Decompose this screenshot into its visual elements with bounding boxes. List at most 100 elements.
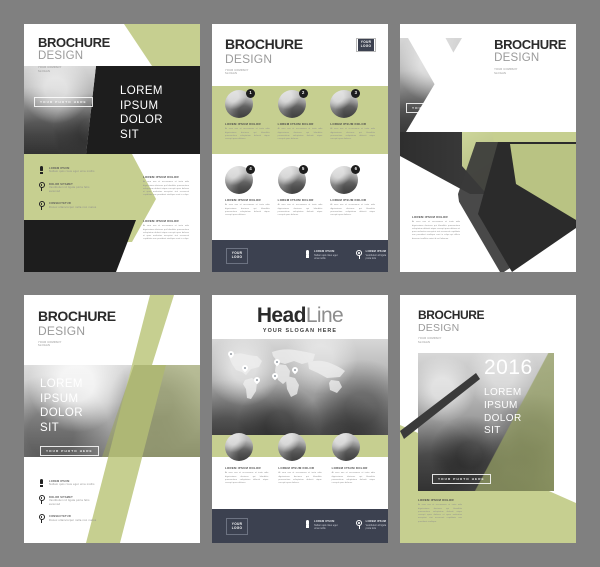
- bulb-icon: [304, 519, 311, 529]
- block-head: LOREM IPSUM DOLOR: [418, 498, 454, 502]
- brochure-diagonal-green-band[interactable]: BROCHURE DESIGN YOUR COMPANY SLOGAN LORE…: [24, 295, 200, 543]
- footer-contact[interactable]: LOREM IPSUM Vestibulum id ligula porta fe…: [356, 249, 388, 261]
- card1-hero-line-4: SIT: [120, 129, 140, 142]
- block-body: At vero eos et accusamus et iusto odio d…: [412, 221, 461, 240]
- card2-row-2: 4 LOREM IPSUM DOLOR At vero eos et accus…: [225, 165, 376, 217]
- feature-item[interactable]: 2 LOREM IPSUM DOLOR At vero eos et accus…: [277, 89, 323, 141]
- card2-row-1: 1 LOREM IPSUM DOLOR At vero eos et accus…: [225, 89, 376, 141]
- contact-value: Donec ullamcorper nulla non metus: [49, 205, 97, 209]
- brochure-arrow-layers[interactable]: BROCHURE DESIGN YOUR COMPANY SLOGAN YOUR…: [400, 24, 576, 272]
- card6-photo-tag-wrap[interactable]: YOUR PHOTO HERE: [432, 467, 491, 485]
- feature-body: At vero eos et accusamus et iusto odio d…: [278, 472, 322, 485]
- feature-item[interactable]: 4 LOREM IPSUM DOLOR At vero eos et accus…: [225, 165, 270, 217]
- pin-icon: [38, 514, 45, 524]
- feature-item[interactable]: 5 LOREM IPSUM DOLOR At vero eos et accus…: [277, 165, 323, 217]
- map-pin-icon[interactable]: [242, 365, 248, 373]
- card3-header: BROCHURE DESIGN YOUR COMPANY SLOGAN: [494, 38, 566, 76]
- feature-head: LOREM IPSUM DOLOR: [330, 122, 367, 126]
- block-head: LOREM IPSUM DOLOR: [143, 219, 179, 223]
- bulb-icon: [38, 166, 45, 175]
- card5-headline-bold: Head: [256, 304, 307, 327]
- contact-value: Nullam quis risus eget urna mollis: [49, 170, 95, 174]
- contact-item[interactable]: DOLOR SITAMET Vestibulum id ligula porta…: [38, 182, 100, 194]
- card1-text-block-1: LOREM IPSUM DOLOR At vero eos et accusam…: [143, 175, 190, 198]
- world-map-icon: [229, 349, 345, 399]
- card1-title: BROCHURE: [38, 35, 110, 50]
- map-pin-icon[interactable]: [254, 377, 260, 385]
- block-body: At vero eos et accusamus et iusto odio d…: [143, 181, 190, 197]
- map-pin-icon[interactable]: [272, 373, 278, 381]
- contact-item[interactable]: CONSECTETUR Donec ullamcorper nulla non …: [38, 514, 100, 524]
- feature-body: At vero eos et accusamus et iusto odio d…: [277, 204, 323, 217]
- feature-item[interactable]: 1 LOREM IPSUM DOLOR At vero eos et accus…: [225, 89, 270, 141]
- feature-item[interactable]: 3 LOREM IPSUM DOLOR At vero eos et accus…: [330, 89, 376, 141]
- card4-hero-line-2: IPSUM: [40, 392, 79, 405]
- card5-headline-light: Line: [305, 304, 344, 327]
- footer-contact-value: Vestibulum id ligula porta felis: [365, 523, 387, 531]
- contact-value: Nullam quis risus eget urna mollis: [49, 483, 95, 487]
- contact-value: Vestibulum id ligula porta felis euismod: [49, 186, 90, 194]
- contact-item[interactable]: DOLOR SITAMET Vestibulum id ligula porta…: [38, 495, 100, 507]
- card4-header: BROCHURE DESIGN YOUR COMPANY SLOGAN: [38, 309, 116, 348]
- feature-body: At vero eos et accusamus et iusto odio d…: [225, 472, 269, 485]
- card4-subtitle: DESIGN: [38, 323, 86, 338]
- feature-body: At vero eos et accusamus et iusto odio d…: [225, 204, 270, 217]
- number-badge: 1: [246, 89, 255, 98]
- card6-subtitle: DESIGN: [418, 321, 460, 334]
- block-head: LOREM IPSUM DOLOR: [412, 215, 448, 219]
- footer-contact[interactable]: LOREM IPSUM Nullam quis risus eget urna m…: [304, 249, 340, 261]
- card3-title: BROCHURE: [494, 37, 566, 52]
- footer-contact[interactable]: LOREM IPSUM Vestibulum id ligula porta fe…: [356, 519, 388, 531]
- card2-logo-box[interactable]: YOUR LOGO: [356, 38, 376, 52]
- card6-text-block: LOREM IPSUM DOLOR At vero eos et accusam…: [418, 498, 462, 524]
- card1-photo-tag: YOUR PHOTO HERE: [34, 96, 93, 108]
- logo-text: YOUR LOGO: [357, 39, 375, 51]
- card2-slogan: SLOGAN: [225, 72, 238, 76]
- card1-photo-tag-wrap[interactable]: YOUR PHOTO HERE: [34, 90, 93, 108]
- footer-contact[interactable]: LOREM IPSUM Nullam quis risus eget urna m…: [304, 519, 340, 531]
- card4-photo-tag: YOUR PHOTO HERE: [40, 445, 99, 457]
- card6-title: BROCHURE: [418, 308, 485, 322]
- card1-text-block-2: LOREM IPSUM DOLOR At vero eos et accusam…: [143, 219, 189, 242]
- card1-subtitle: DESIGN: [38, 49, 84, 62]
- card6-photo-tag: YOUR PHOTO HERE: [432, 473, 491, 485]
- feature-photo: [278, 433, 307, 461]
- card1-slogan: SLOGAN: [38, 69, 51, 73]
- card1-hero-line-3: DOLOR: [120, 114, 163, 127]
- footer-contact-value: Nullam quis risus eget urna mollis: [314, 253, 338, 261]
- feature-body: At vero eos et accusamus et iusto odio d…: [330, 128, 376, 141]
- map-pin-icon[interactable]: [228, 351, 234, 359]
- brochure-year-2016[interactable]: BROCHURE DESIGN YOUR COMPANY SLOGAN 2016…: [400, 295, 576, 543]
- card5-footer-logo[interactable]: YOUR LOGO: [226, 518, 248, 535]
- card4-hero-line-4: SIT: [40, 422, 60, 435]
- pin-icon: [38, 495, 45, 504]
- feature-photo: [225, 433, 253, 461]
- card4-contact-list: LOREM IPSUM Nullam quis risus eget urna …: [38, 479, 100, 530]
- feature-item[interactable]: 6 LOREM IPSUM DOLOR At vero eos et accus…: [330, 165, 376, 217]
- number-badge: 2: [298, 89, 308, 98]
- card6-slogan: SLOGAN: [418, 340, 431, 344]
- card2-footer-logo[interactable]: YOUR LOGO: [226, 248, 248, 264]
- pin-icon: [356, 249, 363, 259]
- feature-item[interactable]: LOREM IPSUM DOLOR At vero eos et accusam…: [225, 433, 268, 485]
- card4-photo-tag-wrap[interactable]: YOUR PHOTO HERE: [40, 439, 99, 457]
- brochure-headline-worldmap[interactable]: HeadLine YOUR SLOGAN HERE LOREM IPSUM DO…: [212, 295, 388, 543]
- feature-body: At vero eos et accusamus et iusto odio d…: [330, 204, 376, 217]
- map-pin-icon[interactable]: [292, 367, 298, 375]
- contact-item[interactable]: LOREM IPSUM Nullam quis risus eget urna …: [38, 166, 100, 175]
- contact-item[interactable]: CONSECTETUR Donec ullamcorper nulla non …: [38, 201, 100, 211]
- card3-photo-tag-wrap[interactable]: YOUR PHOTO HERE: [406, 96, 465, 114]
- card2-header: BROCHURE DESIGN YOUR COMPANY SLOGAN: [225, 37, 303, 76]
- card3-subtitle: DESIGN: [494, 51, 540, 64]
- map-pin-icon[interactable]: [274, 359, 280, 367]
- feature-item[interactable]: LOREM IPSUM DOLOR At vero eos et accusam…: [331, 433, 375, 485]
- feature-item[interactable]: LOREM IPSUM DOLOR At vero eos et accusam…: [278, 433, 322, 485]
- card5-footer-contacts: LOREM IPSUM Nullam quis risus eget urna m…: [304, 519, 388, 531]
- pin-icon: [38, 201, 45, 211]
- contact-item[interactable]: LOREM IPSUM Nullam quis risus eget urna …: [38, 479, 100, 488]
- card6-hero-line-2: IPSUM: [484, 399, 518, 411]
- card6-header: BROCHURE DESIGN YOUR COMPANY SLOGAN: [418, 308, 485, 345]
- feature-head: LOREM IPSUM DOLOR: [277, 122, 314, 126]
- brochure-six-circles-grid[interactable]: BROCHURE DESIGN YOUR COMPANY SLOGAN YOUR…: [212, 24, 388, 272]
- brochure-cover-green-chevron[interactable]: BROCHURE DESIGN YOUR COMPANY SLOGAN YOUR…: [24, 24, 200, 272]
